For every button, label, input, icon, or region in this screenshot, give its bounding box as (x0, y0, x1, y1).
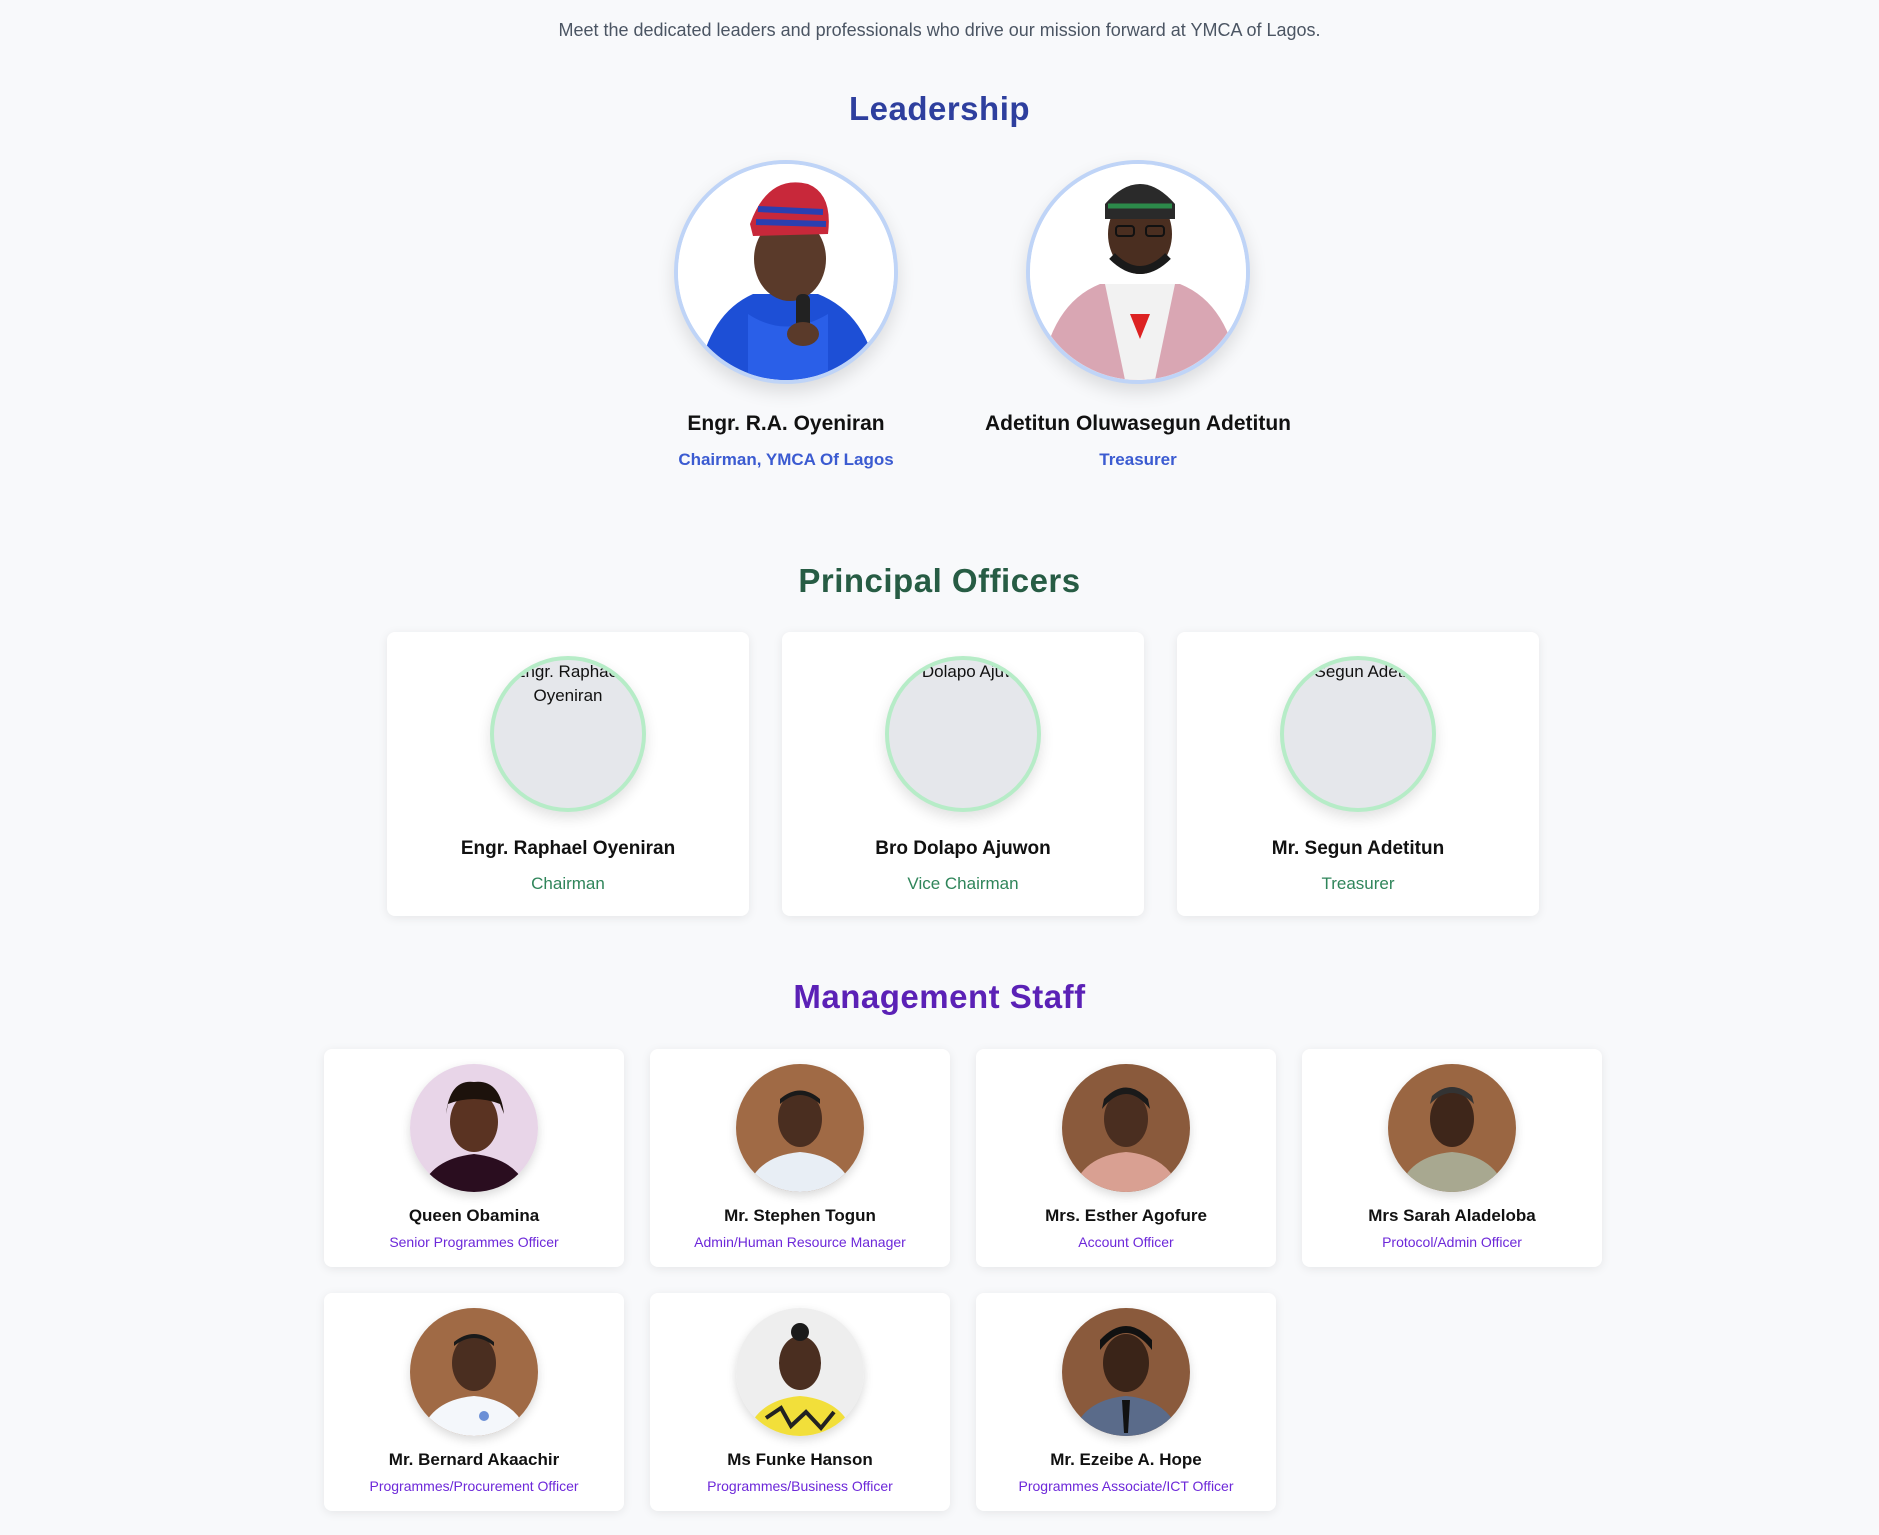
staff-photo (410, 1064, 538, 1192)
leader-card: Engr. R.A. Oyeniran Chairman, YMCA Of La… (606, 160, 966, 470)
staff-photo (1062, 1064, 1190, 1192)
photo-alt-text: Mr. Segun Adetitun (1286, 662, 1430, 681)
staff-role: Protocol/Admin Officer (1382, 1234, 1522, 1250)
leader-name: Adetitun Oluwasegun Adetitun (984, 412, 1292, 435)
photo-alt-text: Engr. Raphael Oyeniran (514, 662, 622, 705)
principal-officer-card: Bro Dolapo Ajuwon Bro Dolapo Ajuwon Vice… (782, 632, 1144, 916)
staff-card: Mr. Ezeibe A. Hope Programmes Associate/… (976, 1293, 1276, 1511)
leader-card: Adetitun Oluwasegun Adetitun Treasurer (958, 160, 1318, 470)
staff-card: Mr. Stephen Togun Admin/Human Resource M… (650, 1049, 950, 1267)
staff-name: Queen Obamina (408, 1206, 540, 1225)
principal-officer-card: Mr. Segun Adetitun Mr. Segun Adetitun Tr… (1177, 632, 1539, 916)
officer-role: Chairman (531, 874, 605, 893)
staff-role: Admin/Human Resource Manager (694, 1234, 906, 1250)
leader-name: Engr. R.A. Oyeniran (687, 412, 885, 435)
principal-officer-card: Engr. Raphael Oyeniran Engr. Raphael Oye… (387, 632, 749, 916)
leadership-heading: Leadership (848, 90, 1031, 127)
staff-photo (1062, 1308, 1190, 1436)
staff-role: Programmes Associate/ICT Officer (1018, 1478, 1234, 1494)
intro-text: Meet the dedicated leaders and professio… (558, 20, 1321, 40)
staff-card: Mr. Bernard Akaachir Programmes/Procurem… (324, 1293, 624, 1511)
staff-name: Mr. Bernard Akaachir (388, 1450, 560, 1469)
staff-name: Mr. Stephen Togun (724, 1206, 876, 1225)
leader-role: Chairman, YMCA Of Lagos (678, 450, 894, 469)
officer-name: Mr. Segun Adetitun (1271, 838, 1445, 859)
staff-role: Programmes/Procurement Officer (369, 1478, 579, 1494)
principal-photo-placeholder: Mr. Segun Adetitun (1280, 656, 1436, 812)
staff-name: Ms Funke Hanson (727, 1450, 873, 1469)
staff-card: Mrs. Esther Agofure Account Officer (976, 1049, 1276, 1267)
officer-name: Bro Dolapo Ajuwon (875, 838, 1051, 859)
staff-name: Mrs Sarah Aladeloba (1368, 1206, 1536, 1225)
officer-name: Engr. Raphael Oyeniran (460, 838, 676, 859)
staff-name: Mr. Ezeibe A. Hope (1050, 1450, 1202, 1469)
management-staff-heading: Management Staff (793, 978, 1086, 1015)
staff-name: Mrs. Esther Agofure (1045, 1206, 1207, 1225)
staff-role: Programmes/Business Officer (707, 1478, 893, 1494)
principal-photo-placeholder: Engr. Raphael Oyeniran (490, 656, 646, 812)
photo-alt-text: Bro Dolapo Ajuwon (890, 662, 1036, 681)
staff-photo (736, 1308, 864, 1436)
principal-officers-heading: Principal Officers (798, 562, 1081, 599)
staff-role: Account Officer (1078, 1234, 1174, 1250)
leader-photo (1026, 160, 1250, 384)
leader-role: Treasurer (1099, 450, 1177, 469)
staff-card: Mrs Sarah Aladeloba Protocol/Admin Offic… (1302, 1049, 1602, 1267)
staff-photo (410, 1308, 538, 1436)
staff-photo (1388, 1064, 1516, 1192)
officer-role: Vice Chairman (907, 874, 1019, 893)
principal-photo-placeholder: Bro Dolapo Ajuwon (885, 656, 1041, 812)
staff-photo (736, 1064, 864, 1192)
leader-photo (674, 160, 898, 384)
staff-card: Queen Obamina Senior Programmes Officer (324, 1049, 624, 1267)
staff-role: Senior Programmes Officer (389, 1234, 559, 1250)
officer-role: Treasurer (1321, 874, 1395, 893)
staff-card: Ms Funke Hanson Programmes/Business Offi… (650, 1293, 950, 1511)
